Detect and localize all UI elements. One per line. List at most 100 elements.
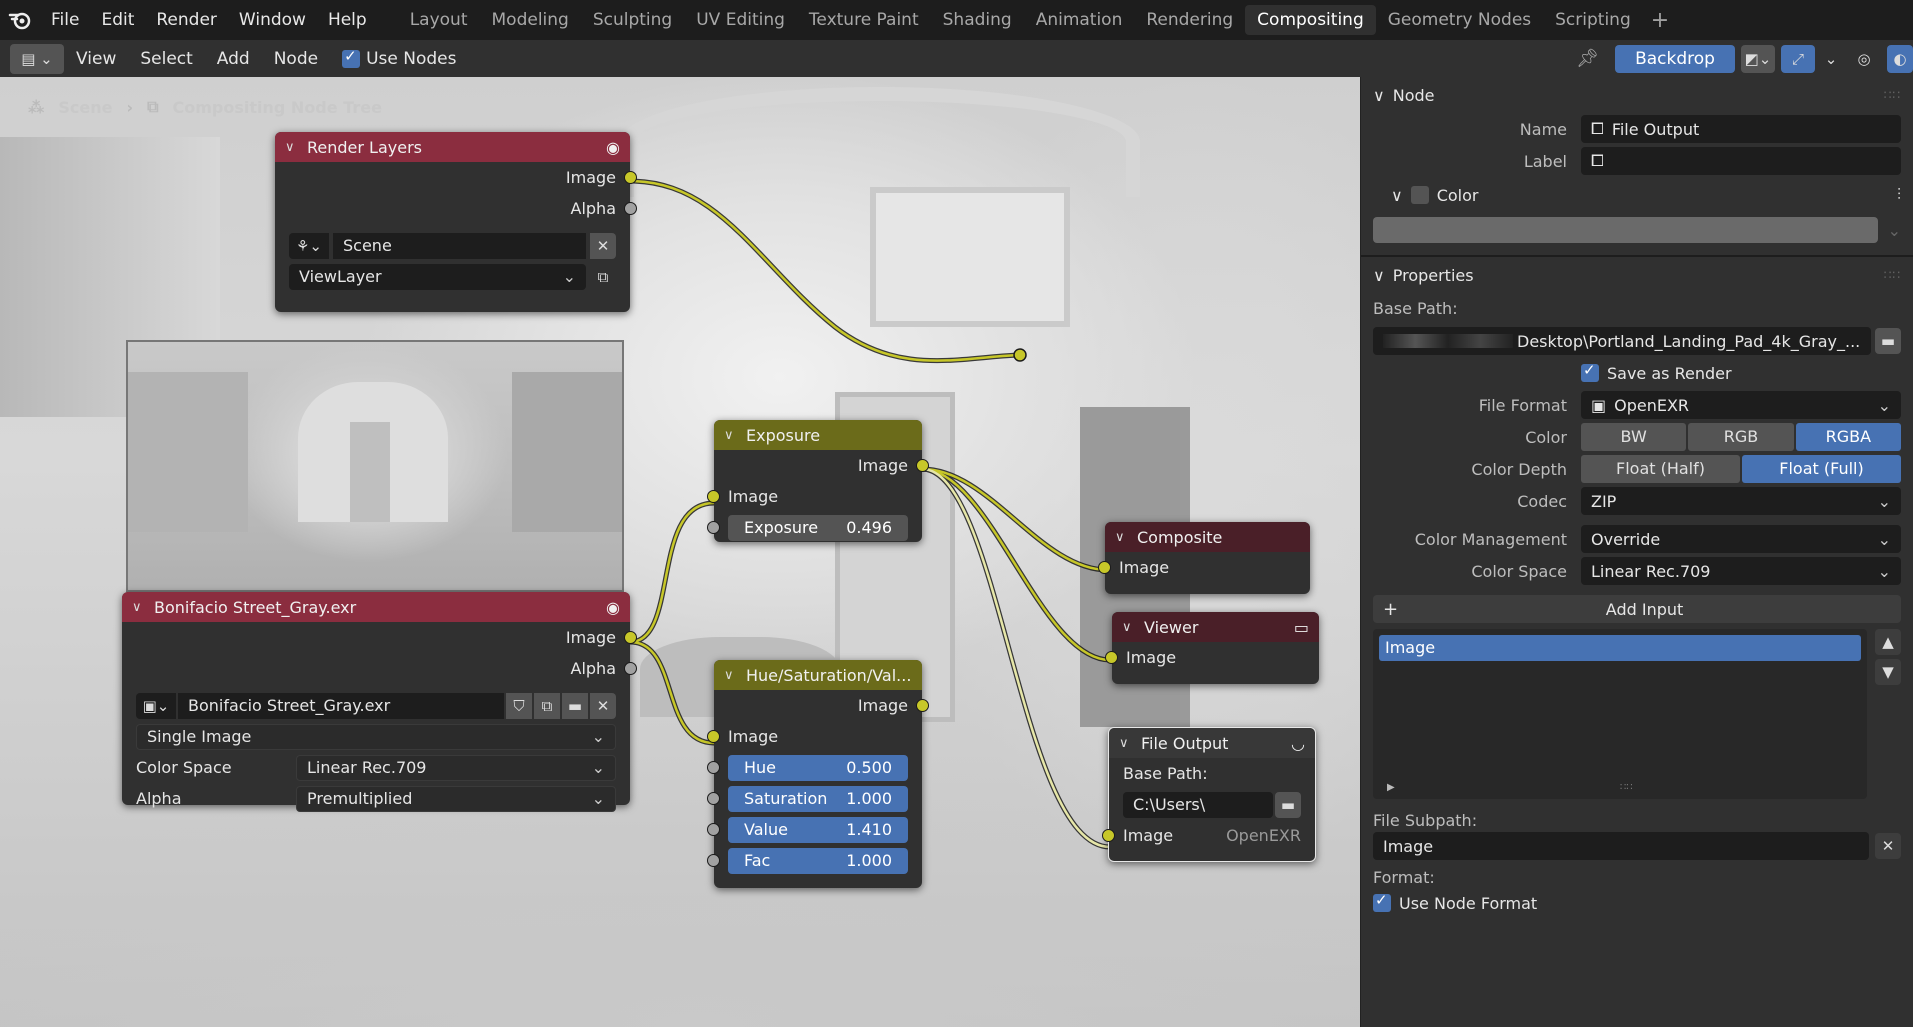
image-name-field[interactable]: Bonifacio Street_Gray.exr	[178, 692, 504, 719]
duplicate-icon[interactable]: ⧉	[534, 692, 560, 719]
alpha-socket[interactable]	[624, 662, 637, 675]
depth-half-button[interactable]: Float (Half)	[1581, 455, 1740, 483]
viewer-node[interactable]: ∨ Viewer ▭ Image	[1105, 612, 1319, 684]
file-output-header[interactable]: ∨ File Output ◡	[1109, 728, 1315, 758]
value-socket[interactable]	[707, 823, 720, 836]
close-icon[interactable]: ✕	[1875, 833, 1901, 859]
use-node-format-checkbox[interactable]	[1373, 891, 1391, 912]
menu-view[interactable]: View	[64, 49, 128, 69]
backdrop-channels-icon[interactable]: ◩⌄	[1741, 44, 1775, 73]
move-up-icon[interactable]: ▲	[1875, 629, 1901, 655]
save-as-render-checkbox[interactable]	[1581, 361, 1599, 382]
image-socket[interactable]	[624, 171, 637, 184]
tab-shading[interactable]: Shading	[931, 5, 1024, 35]
exposure-header[interactable]: ∨ Exposure	[714, 420, 922, 450]
eye-icon[interactable]: ◉	[606, 138, 620, 157]
alpha-socket[interactable]	[624, 202, 637, 215]
tab-compositing[interactable]: Compositing	[1245, 5, 1376, 35]
inputs-list[interactable]: Image ▶ ∷∷	[1373, 629, 1867, 799]
collapse-chevron-icon[interactable]: ∨	[132, 600, 146, 615]
snapping-menu-icon[interactable]: ⌄	[1821, 45, 1841, 73]
drag-handle-icon[interactable]: ∷∷	[1884, 88, 1901, 102]
render-layers-header[interactable]: ∨ Render Layers ◉	[275, 132, 630, 162]
scene-browse-icon[interactable]: ⚘⌄	[289, 232, 329, 259]
exposure-socket[interactable]	[707, 521, 720, 534]
expand-triangle-icon[interactable]: ▶	[1387, 782, 1395, 793]
sidebar-toggle-icon[interactable]: ◐	[1887, 44, 1913, 73]
resize-handle-icon[interactable]: ∷∷	[1620, 782, 1633, 793]
exposure-node[interactable]: ∨ Exposure Image Image Exposure 0.496	[707, 420, 929, 542]
menu-add[interactable]: Add	[205, 49, 262, 69]
backdrop-button[interactable]: Backdrop	[1615, 44, 1735, 73]
fac-socket[interactable]	[707, 854, 720, 867]
tab-layout[interactable]: Layout	[398, 5, 480, 35]
folder-icon[interactable]: ▬	[1875, 328, 1901, 354]
color-management-select[interactable]: Override	[1581, 525, 1901, 553]
composite-header[interactable]: ∨ Composite	[1105, 522, 1310, 552]
color-rgba-button[interactable]: RGBA	[1795, 423, 1901, 451]
image-socket[interactable]	[1102, 829, 1115, 842]
hue-slider[interactable]: Hue 0.500	[728, 754, 908, 781]
depth-full-button[interactable]: Float (Full)	[1742, 455, 1901, 483]
tab-geometry-nodes[interactable]: Geometry Nodes	[1376, 5, 1543, 35]
saturation-slider[interactable]: Saturation 1.000	[728, 785, 908, 812]
properties-panel-header[interactable]: ∨ Properties ∷∷	[1361, 257, 1913, 293]
color-checkbox[interactable]	[1410, 186, 1429, 204]
color-space-select[interactable]: Linear Rec.709	[296, 754, 616, 781]
composite-node[interactable]: ∨ Composite Image	[1098, 522, 1310, 594]
image-socket[interactable]	[916, 459, 929, 472]
color-rgb-button[interactable]: RGB	[1688, 423, 1794, 451]
image-socket[interactable]	[707, 490, 720, 503]
collapse-chevron-icon[interactable]: ∨	[1119, 736, 1133, 751]
collapse-chevron-icon[interactable]: ∨	[724, 668, 738, 683]
hue-sat-header[interactable]: ∨ Hue/Saturation/Val...	[714, 660, 922, 690]
color-subpanel-header[interactable]: ∨ Color ⫶	[1361, 177, 1913, 213]
close-icon[interactable]: ✕	[590, 692, 616, 719]
tab-sculpting[interactable]: Sculpting	[581, 5, 684, 35]
node-name-field[interactable]: ⧠ File Output	[1581, 115, 1901, 143]
hue-saturation-node[interactable]: ∨ Hue/Saturation/Val... Image Image Hue …	[707, 660, 929, 888]
close-icon[interactable]: ✕	[590, 232, 616, 259]
tab-texture-paint[interactable]: Texture Paint	[797, 5, 931, 35]
image-socket[interactable]	[1105, 651, 1118, 664]
scene-field[interactable]: Scene	[333, 232, 586, 259]
preview-toggle-icon[interactable]: ◡	[1291, 734, 1305, 753]
menu-help[interactable]: Help	[317, 0, 378, 40]
value-slider[interactable]: Value 1.410	[728, 816, 908, 843]
collapse-chevron-icon[interactable]: ∨	[1115, 530, 1129, 545]
tab-uv-editing[interactable]: UV Editing	[684, 5, 797, 35]
image-socket[interactable]	[916, 699, 929, 712]
eye-icon[interactable]: ◉	[606, 598, 620, 617]
collapse-chevron-icon[interactable]: ∨	[724, 428, 738, 443]
use-nodes-toggle[interactable]: Use Nodes	[330, 47, 468, 69]
collapse-chevron-icon[interactable]: ∨	[1122, 620, 1136, 635]
chevron-down-icon[interactable]: ⌄	[1888, 221, 1901, 240]
image-node-header[interactable]: ∨ Bonifacio Street_Gray.exr ◉	[122, 592, 630, 622]
menu-file[interactable]: File	[40, 0, 90, 40]
editor-type-icon[interactable]: ▤ ⌄	[10, 43, 64, 74]
fake-user-shield-icon[interactable]: ⛉	[506, 692, 532, 719]
view-layer-icon[interactable]: ⧉	[590, 264, 616, 290]
use-nodes-checkbox[interactable]	[342, 47, 361, 68]
tab-animation[interactable]: Animation	[1024, 5, 1135, 35]
menu-select[interactable]: Select	[128, 49, 204, 69]
blender-logo-icon[interactable]	[0, 0, 40, 40]
add-input-button[interactable]: + Add Input	[1373, 595, 1901, 623]
node-label-field[interactable]: ⧠	[1581, 147, 1901, 175]
fac-slider[interactable]: Fac 1.000	[728, 847, 908, 874]
hue-socket[interactable]	[707, 761, 720, 774]
overlay-icon[interactable]: ◎	[1847, 45, 1881, 73]
folder-icon[interactable]: ▬	[1275, 791, 1301, 818]
file-subpath-field[interactable]: Image	[1373, 832, 1869, 860]
file-output-path-field[interactable]: C:\Users\	[1123, 791, 1273, 818]
menu-node[interactable]: Node	[262, 49, 330, 69]
color-swatch[interactable]	[1373, 217, 1878, 243]
color-space-select[interactable]: Linear Rec.709	[1581, 557, 1901, 585]
folder-icon[interactable]: ▬	[562, 692, 588, 719]
image-socket[interactable]	[707, 730, 720, 743]
monitor-icon[interactable]: ▭	[1294, 618, 1309, 637]
tab-scripting[interactable]: Scripting	[1543, 5, 1643, 35]
file-format-select[interactable]: ▣ OpenEXR	[1581, 391, 1901, 419]
snapping-icon[interactable]: ⤢	[1781, 44, 1815, 73]
menu-window[interactable]: Window	[228, 0, 317, 40]
